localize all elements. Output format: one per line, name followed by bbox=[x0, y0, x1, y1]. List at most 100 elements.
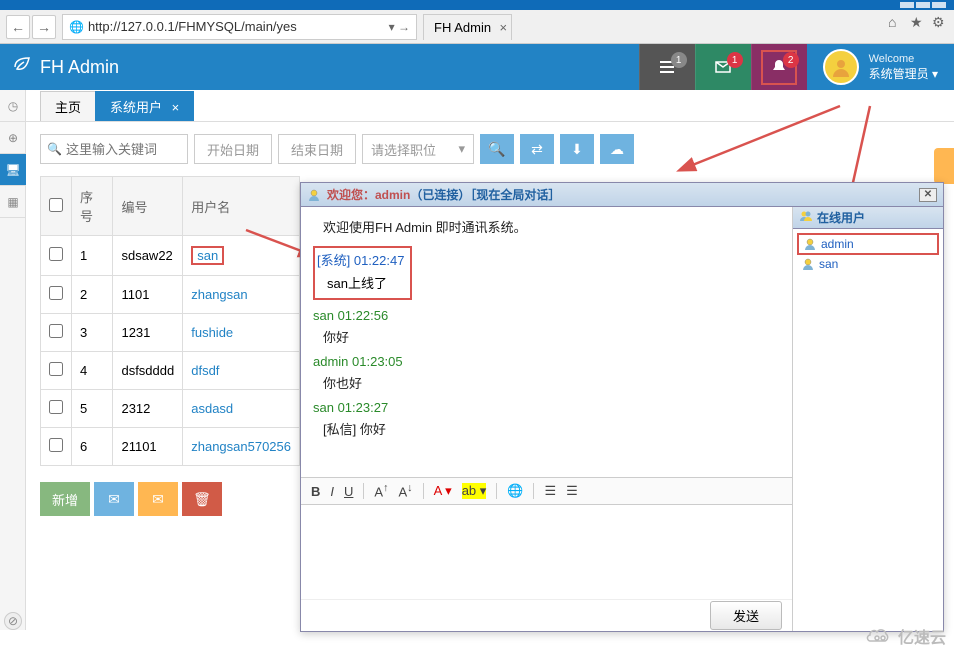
cell-seq: 1 bbox=[72, 236, 113, 276]
row-checkbox[interactable] bbox=[49, 247, 63, 261]
nav-back-button[interactable]: ← bbox=[6, 15, 30, 39]
cell-username[interactable]: asdasd bbox=[183, 390, 300, 428]
tab-close-icon[interactable]: × bbox=[172, 100, 180, 115]
favorites-icon[interactable]: ★ bbox=[910, 14, 926, 30]
sys-timestamp: [系统] 01:22:47 bbox=[317, 250, 404, 269]
cell-username[interactable]: dfsdf bbox=[183, 352, 300, 390]
browser-url-bar: ← → 🌐 ▾ → FH Admin × ⌂ ★ ⚙ bbox=[0, 10, 954, 44]
list-ol-button[interactable]: ☰ bbox=[544, 483, 556, 499]
chat-close-button[interactable]: ✕ bbox=[919, 188, 937, 202]
online-user-name: san bbox=[819, 257, 838, 271]
notifications-badge: 2 bbox=[783, 52, 799, 68]
nav-forward-button[interactable]: → bbox=[32, 15, 56, 39]
select-all-checkbox[interactable] bbox=[49, 198, 63, 212]
underline-button[interactable]: U bbox=[344, 484, 353, 499]
cell-code: 21101 bbox=[113, 428, 183, 466]
cloud-button[interactable]: ☁ bbox=[600, 134, 634, 164]
download-button[interactable]: ⬇ bbox=[560, 134, 594, 164]
nav-tasks[interactable]: 1 bbox=[639, 44, 695, 90]
nav-messages[interactable]: 1 bbox=[695, 44, 751, 90]
swap-button[interactable]: ⇄ bbox=[520, 134, 554, 164]
sidebar-cancel-icon[interactable]: ⊘ bbox=[4, 612, 22, 630]
table-row: 3 1231 fushide bbox=[41, 314, 300, 352]
tab-home[interactable]: 主页 bbox=[40, 91, 96, 121]
search-input[interactable] bbox=[66, 142, 181, 157]
font-inc-button[interactable]: A↑ bbox=[374, 482, 388, 499]
table-row: 2 1101 zhangsan bbox=[41, 276, 300, 314]
chat-message: san 01:22:56 你好 bbox=[313, 308, 780, 346]
right-tab-item[interactable] bbox=[934, 148, 954, 184]
delete-button[interactable]: 🗑 bbox=[182, 482, 222, 516]
cell-username[interactable]: fushide bbox=[183, 314, 300, 352]
font-dec-button[interactable]: A↓ bbox=[399, 482, 413, 499]
row-checkbox[interactable] bbox=[49, 286, 63, 300]
search-box[interactable]: 🔍 bbox=[40, 134, 188, 164]
url-field[interactable]: 🌐 ▾ → bbox=[62, 14, 417, 40]
online-header-text: 在线用户 bbox=[817, 209, 865, 226]
chat-main: 欢迎使用FH Admin 即时通讯系统。 [系统] 01:22:47 san上线… bbox=[301, 207, 793, 631]
settings-icon[interactable]: ⚙ bbox=[932, 14, 948, 30]
app-top-nav: FH Admin 1 1 2 Welcome 系统管理员 ▾ bbox=[0, 44, 954, 90]
editor-textarea[interactable] bbox=[301, 505, 792, 599]
row-checkbox[interactable] bbox=[49, 438, 63, 452]
table-row: 4 dsfsdddd dfsdf bbox=[41, 352, 300, 390]
msg-sender: san 01:22:56 bbox=[313, 308, 780, 323]
cell-username[interactable]: zhangsan bbox=[183, 276, 300, 314]
user-menu[interactable]: Welcome 系统管理员 ▾ bbox=[807, 44, 954, 90]
users-table: 序号 编号 用户名 1 sdsaw22 san 2 1101 zhangsan … bbox=[40, 176, 300, 466]
msg-sender: san 01:23:27 bbox=[313, 400, 780, 415]
globe-icon: 🌐 bbox=[69, 20, 84, 34]
chat-status: （已连接）［现在全局对话］ bbox=[410, 186, 560, 203]
search-button[interactable]: 🔍 bbox=[480, 134, 514, 164]
tab-close-icon[interactable]: × bbox=[499, 20, 507, 35]
username-text: 系统管理员 ▾ bbox=[869, 65, 938, 82]
home-icon[interactable]: ⌂ bbox=[888, 14, 904, 30]
browser-tools: ⌂ ★ ⚙ bbox=[888, 14, 948, 30]
brand-text: FH Admin bbox=[40, 57, 119, 78]
page-tabs: 主页 系统用户 × bbox=[0, 94, 954, 122]
cell-username[interactable]: san bbox=[183, 236, 300, 276]
nav-notifications[interactable]: 2 bbox=[751, 44, 807, 90]
message-button[interactable]: ✉ bbox=[138, 482, 178, 516]
cell-seq: 6 bbox=[72, 428, 113, 466]
browser-tab[interactable]: FH Admin × bbox=[423, 14, 512, 40]
url-input[interactable] bbox=[88, 19, 385, 34]
highlight-button[interactable]: ab ▾ bbox=[462, 483, 487, 499]
email-button[interactable]: ✉ bbox=[94, 482, 134, 516]
role-select[interactable]: 请选择职位 ▾ bbox=[362, 134, 474, 164]
chat-header[interactable]: 欢迎您：admin （已连接）［现在全局对话］ ✕ bbox=[301, 183, 943, 207]
url-dropdown-icon[interactable]: ▾ → bbox=[389, 20, 410, 34]
emoji-button[interactable]: 🌐 bbox=[507, 483, 523, 499]
row-checkbox[interactable] bbox=[49, 362, 63, 376]
sidebar-dashboard[interactable]: ◷ bbox=[0, 90, 26, 122]
row-checkbox[interactable] bbox=[49, 324, 63, 338]
list-ul-button[interactable]: ☰ bbox=[566, 483, 578, 499]
tab-title-text: FH Admin bbox=[434, 20, 491, 35]
add-button[interactable]: 新增 bbox=[40, 482, 90, 516]
avatar bbox=[823, 49, 859, 85]
msg-body: 你好 bbox=[323, 327, 780, 346]
end-date-input[interactable]: 结束日期 bbox=[278, 134, 356, 164]
header-checkbox bbox=[41, 177, 72, 236]
send-button[interactable]: 发送 bbox=[710, 601, 782, 630]
watermark: 亿速云 bbox=[866, 624, 946, 648]
row-checkbox[interactable] bbox=[49, 400, 63, 414]
online-user[interactable]: san bbox=[797, 255, 939, 273]
chat-message: san 01:23:27 [私信] 你好 bbox=[313, 400, 780, 438]
tab-users[interactable]: 系统用户 × bbox=[95, 91, 194, 121]
sidebar-grid[interactable]: ▦ bbox=[0, 186, 26, 218]
online-user[interactable]: admin bbox=[797, 233, 939, 255]
sidebar: ◷ ⊕ 🖥 ▦ ⊘ bbox=[0, 90, 26, 630]
brand: FH Admin bbox=[0, 55, 131, 80]
bold-button[interactable]: B bbox=[311, 484, 320, 499]
sidebar-desktop[interactable]: 🖥 bbox=[0, 154, 26, 186]
cell-username[interactable]: zhangsan570256 bbox=[183, 428, 300, 466]
start-date-input[interactable]: 开始日期 bbox=[194, 134, 272, 164]
italic-button[interactable]: I bbox=[330, 484, 334, 499]
chevron-down-icon: ▾ bbox=[458, 141, 465, 157]
editor-footer: 发送 bbox=[301, 599, 792, 631]
cell-code: 1231 bbox=[113, 314, 183, 352]
sidebar-globe[interactable]: ⊕ bbox=[0, 122, 26, 154]
editor-toolbar: B I U A↑ A↓ A ▾ ab ▾ 🌐 ☰ ☰ bbox=[301, 477, 792, 505]
font-color-button[interactable]: A ▾ bbox=[434, 483, 452, 499]
